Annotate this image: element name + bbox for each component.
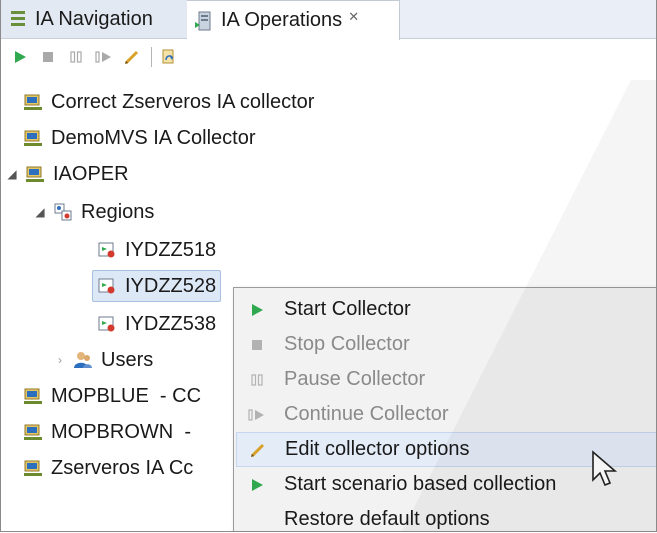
ia-operations-view: IA Navigation IA Operations ✕ Correct Zs… <box>0 0 657 532</box>
server-icon <box>23 458 43 478</box>
view-toolbar <box>1 40 656 74</box>
tab-ia-navigation[interactable]: IA Navigation <box>1 0 188 38</box>
pause-icon <box>246 369 268 391</box>
edit-icon[interactable] <box>121 46 143 68</box>
tree-item-label: MOPBLUE - CC <box>51 384 202 407</box>
tree-item-correct-zserveros[interactable]: Correct Zserveros IA collector <box>23 84 314 120</box>
refresh-icon[interactable] <box>158 46 180 68</box>
server-icon <box>23 92 43 112</box>
tab-bar: IA Navigation IA Operations ✕ <box>1 0 656 40</box>
list-icon <box>7 8 29 30</box>
tree-item-iydzz538[interactable]: IYDZZ538 <box>97 306 216 342</box>
tree-item-zserveros[interactable]: Zserveros IA Cc <box>23 450 193 486</box>
continue-icon[interactable] <box>93 46 115 68</box>
tab-ia-navigation-label: IA Navigation <box>35 7 153 30</box>
menu-item-label: Pause Collector <box>284 368 426 390</box>
tree-item-label: IYDZZ528 <box>125 274 217 297</box>
tree-item-mopbrown[interactable]: MOPBROWN - <box>23 414 191 450</box>
menu-item-label: Continue Collector <box>284 403 449 425</box>
start-icon <box>246 474 268 496</box>
tree-item-label: DemoMVS IA Collector <box>51 126 256 149</box>
tree-item-iydzz518[interactable]: IYDZZ518 <box>97 232 216 268</box>
operations-icon <box>193 10 215 32</box>
stop-icon <box>246 334 268 356</box>
tree-item-mopblue[interactable]: MOPBLUE - CC <box>23 378 201 414</box>
continue-icon <box>246 404 268 426</box>
menu-item-start-collector[interactable]: Start Collector <box>234 292 656 327</box>
menu-item-label: Restore default options <box>284 508 490 530</box>
edit-icon <box>247 439 269 461</box>
menu-item-label: Stop Collector <box>284 333 410 355</box>
expanded-arrow-icon[interactable]: ◢ <box>33 205 47 219</box>
selected-item-highlight: IYDZZ528 <box>92 270 222 302</box>
server-icon <box>25 164 45 184</box>
menu-item-label: Start Collector <box>284 298 411 320</box>
tree-item-label: MOPBROWN - <box>51 420 191 443</box>
menu-item-stop-collector[interactable]: Stop Collector <box>234 327 656 362</box>
tree-item-iydzz528[interactable]: IYDZZ528 <box>92 268 222 304</box>
menu-item-pause-collector[interactable]: Pause Collector <box>234 362 656 397</box>
tree-item-demomvs[interactable]: DemoMVS IA Collector <box>23 120 256 156</box>
tree-item-label: Correct Zserveros IA collector <box>51 90 315 113</box>
menu-item-label: Edit collector options <box>285 438 470 460</box>
menu-item-continue-collector[interactable]: Continue Collector <box>234 397 656 432</box>
tree-item-iaoper[interactable]: ◢ IAOPER <box>5 156 129 192</box>
users-icon <box>73 350 93 370</box>
tree-item-users[interactable]: › Users <box>53 342 153 378</box>
tab-ia-operations-label: IA Operations <box>221 9 343 31</box>
tab-ia-operations[interactable]: IA Operations ✕ <box>187 0 400 40</box>
start-icon[interactable] <box>9 46 31 68</box>
context-menu: Start Collector Stop Collector Pause Col… <box>233 287 656 531</box>
server-icon <box>23 386 43 406</box>
tree-item-label: IAOPER <box>53 162 129 185</box>
region-icon <box>97 314 117 334</box>
menu-item-label: Start scenario based collection <box>284 473 557 495</box>
tree-item-label: Zserveros IA Cc <box>51 456 194 479</box>
menu-item-restore-defaults[interactable]: Restore default options <box>234 502 656 531</box>
pause-icon[interactable] <box>65 46 87 68</box>
server-icon <box>23 128 43 148</box>
collapsed-arrow-icon[interactable]: › <box>53 353 67 367</box>
tree-item-regions[interactable]: ◢ Regions <box>33 194 154 230</box>
tree-item-label: IYDZZ518 <box>125 238 217 261</box>
region-icon <box>97 276 117 296</box>
close-icon[interactable]: ✕ <box>348 9 359 25</box>
blank-icon <box>246 509 268 531</box>
regions-icon <box>53 202 73 222</box>
tree-item-label: Regions <box>81 200 155 223</box>
toolbar-separator <box>151 47 152 67</box>
region-icon <box>97 240 117 260</box>
server-icon <box>23 422 43 442</box>
stop-icon[interactable] <box>37 46 59 68</box>
tree-item-label: Users <box>101 348 154 371</box>
tree-item-label: IYDZZ538 <box>125 312 217 335</box>
start-icon <box>246 299 268 321</box>
mouse-cursor-icon <box>592 450 618 487</box>
expanded-arrow-icon[interactable]: ◢ <box>5 167 19 181</box>
